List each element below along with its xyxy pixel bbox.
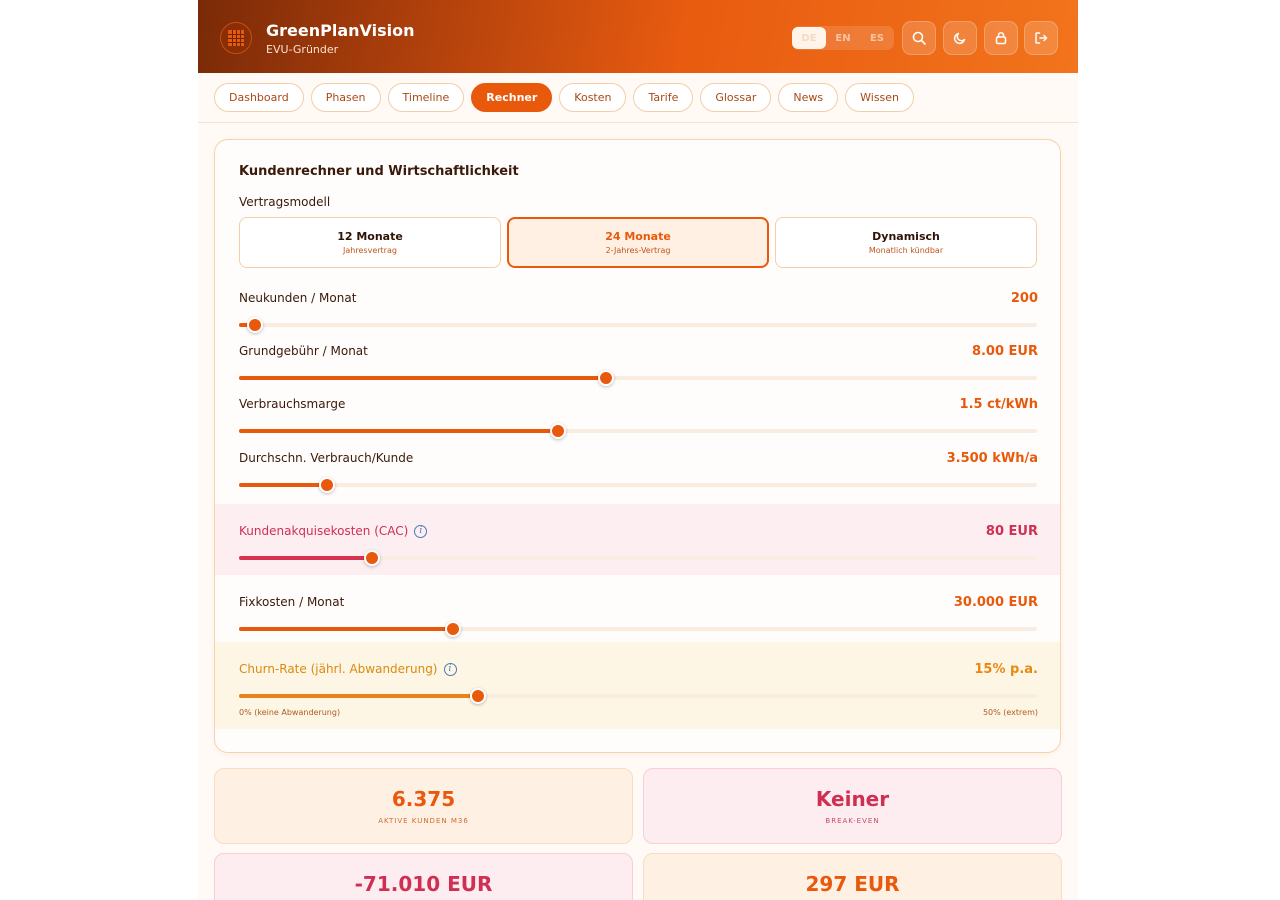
app-subtitle: EVU-Gründer [266, 43, 339, 56]
slider-label-row: Churn-Rate (jährl. Abwanderung) i [239, 662, 457, 676]
churn-slider[interactable] [239, 688, 1037, 704]
slider-row-verbrauchsmarge: Verbrauchsmarge 1.5 ct/kWh [215, 392, 1060, 442]
slider-label: Kundenakquisekosten (CAC) [239, 524, 409, 538]
metric-value: 6.375 [391, 787, 456, 811]
metric-caption: AKTIVE KUNDEN M36 [378, 817, 469, 825]
slider-label: Fixkosten / Monat [239, 595, 345, 609]
slider-row-grundgebuehr: Grundgebühr / Monat 8.00 EUR [215, 339, 1060, 389]
nav-timeline[interactable]: Timeline [387, 83, 465, 112]
logout-icon [1035, 32, 1048, 44]
lang-es-button[interactable]: ES [860, 27, 894, 49]
metric-result: -71.010 EUR [214, 853, 633, 900]
fixkosten-slider[interactable] [239, 621, 1037, 637]
verbrauch-slider[interactable] [239, 477, 1037, 493]
contract-desc: Jahresvertrag [343, 246, 397, 255]
slider-label-row: Kundenakquisekosten (CAC) i [239, 524, 428, 538]
lang-en-button[interactable]: EN [826, 27, 860, 49]
language-switcher: DE EN ES [792, 26, 894, 50]
slider-row-verbrauch: Durchschn. Verbrauch/Kunde 3.500 kWh/a [215, 446, 1060, 496]
verbrauchsmarge-slider[interactable] [239, 423, 1037, 439]
contract-desc: Monatlich kündbar [868, 246, 944, 255]
slider-label: Churn-Rate (jährl. Abwanderung) [239, 662, 438, 676]
app-frame: GreenPlanVision EVU-Gründer DE EN ES Das… [198, 0, 1078, 900]
contract-name: Dynamisch [872, 230, 940, 243]
contract-dynamic-button[interactable]: Dynamisch Monatlich kündbar [775, 217, 1037, 268]
slider-label: Durchschn. Verbrauch/Kunde [239, 451, 414, 465]
churn-max-label: 50% (extrem) [982, 708, 1038, 717]
metric-active-customers: 6.375 AKTIVE KUNDEN M36 [214, 768, 633, 844]
contract-desc: 2-Jahres-Vertrag [605, 246, 671, 255]
nav-rechner[interactable]: Rechner [471, 83, 553, 112]
neukunden-slider[interactable] [239, 317, 1037, 333]
slider-thumb[interactable] [550, 423, 567, 439]
theme-toggle-button[interactable] [943, 21, 977, 55]
slider-value: 8.00 EUR [971, 344, 1038, 359]
nav-phasen[interactable]: Phasen [310, 83, 381, 112]
metric-per-customer: 297 EUR [643, 853, 1062, 900]
slider-label: Grundgebühr / Monat [239, 344, 368, 358]
search-button[interactable] [902, 21, 936, 55]
nav-glossar[interactable]: Glossar [700, 83, 772, 112]
slider-value: 200 [1010, 291, 1038, 306]
cac-slider[interactable] [239, 550, 1037, 566]
metric-caption: BREAK-EVEN [825, 817, 880, 825]
slider-thumb[interactable] [246, 317, 263, 333]
main-nav: Dashboard Phasen Timeline Rechner Kosten… [214, 83, 915, 112]
lock-button[interactable] [984, 21, 1018, 55]
app-header: GreenPlanVision EVU-Gründer DE EN ES [198, 0, 1078, 73]
slider-value: 3.500 kWh/a [946, 451, 1038, 466]
slider-thumb[interactable] [318, 477, 335, 493]
nav-kosten[interactable]: Kosten [559, 83, 627, 112]
nav-wissen[interactable]: Wissen [845, 83, 915, 112]
slider-row-neukunden: Neukunden / Monat 200 [215, 285, 1060, 335]
slider-thumb[interactable] [444, 621, 461, 637]
slider-label: Neukunden / Monat [239, 291, 357, 305]
info-icon[interactable]: i [443, 662, 457, 676]
logout-button[interactable] [1024, 21, 1058, 55]
slider-thumb[interactable] [470, 688, 487, 704]
metric-value: Keiner [815, 787, 890, 811]
slider-label: Verbrauchsmarge [239, 397, 346, 411]
contract-24-months-button[interactable]: 24 Monate 2-Jahres-Vertrag [507, 217, 769, 268]
contract-name: 24 Monate [605, 230, 671, 243]
calculator-card: Kundenrechner und Wirtschaftlichkeit Ver… [214, 139, 1061, 753]
nav-tarife[interactable]: Tarife [633, 83, 694, 112]
slider-row-fixkosten: Fixkosten / Monat 30.000 EUR [215, 590, 1060, 640]
lock-icon [995, 31, 1007, 45]
slider-value: 30.000 EUR [953, 595, 1038, 610]
slider-value: 1.5 ct/kWh [959, 397, 1038, 412]
churn-min-label: 0% (keine Abwanderung) [239, 708, 341, 717]
metric-value: 297 EUR [805, 872, 900, 896]
contract-name: 12 Monate [337, 230, 403, 243]
nav-divider [198, 122, 1078, 123]
slider-value: 80 EUR [985, 524, 1038, 539]
contract-12-months-button[interactable]: 12 Monate Jahresvertrag [239, 217, 501, 268]
slider-row-churn: Churn-Rate (jährl. Abwanderung) i 15% p.… [215, 642, 1060, 729]
logo-icon [220, 22, 252, 54]
slider-row-cac: Kundenakquisekosten (CAC) i 80 EUR [215, 504, 1060, 575]
metric-break-even: Keiner BREAK-EVEN [643, 768, 1062, 844]
nav-dashboard[interactable]: Dashboard [214, 83, 304, 112]
slider-thumb[interactable] [364, 550, 381, 566]
nav-news[interactable]: News [778, 83, 839, 112]
search-icon [912, 31, 926, 45]
slider-thumb[interactable] [598, 370, 615, 386]
lang-de-button[interactable]: DE [792, 27, 826, 49]
moon-icon [953, 32, 966, 45]
contract-model-label: Vertragsmodell [239, 195, 331, 209]
metric-value: -71.010 EUR [354, 872, 493, 896]
app-title: GreenPlanVision [266, 21, 415, 40]
slider-value: 15% p.a. [974, 662, 1038, 677]
calculator-title: Kundenrechner und Wirtschaftlichkeit [239, 164, 519, 179]
grundgebuehr-slider[interactable] [239, 370, 1037, 386]
info-icon[interactable]: i [414, 524, 428, 538]
